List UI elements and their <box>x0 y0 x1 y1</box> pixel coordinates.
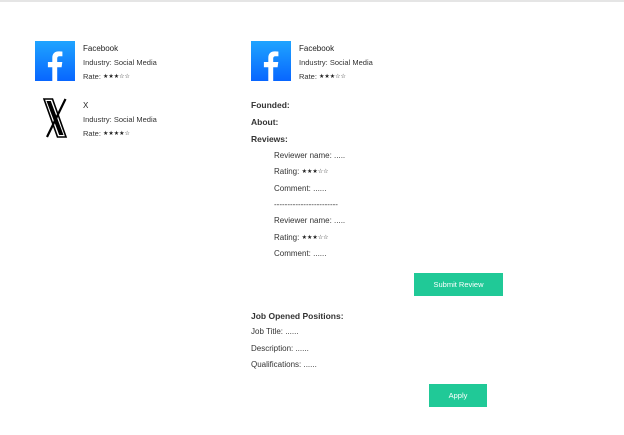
company-rate: Rate: ★★★★☆ <box>83 129 157 139</box>
job-title: Job Title: ...... <box>251 327 299 336</box>
reviewer-name: Reviewer name: ..... <box>274 151 346 160</box>
star-rating-icon: ★★★☆☆ <box>103 74 130 80</box>
star-rating-icon: ★★★☆☆ <box>319 74 346 80</box>
jobs-label: Job Opened Positions: <box>251 311 344 321</box>
selected-company-header: Facebook Industry: Social Media Rate: ★★… <box>251 41 441 85</box>
top-divider <box>0 0 624 2</box>
company-industry: Industry: Social Media <box>83 115 157 124</box>
company-rate: Rate: ★★★☆☆ <box>83 72 157 82</box>
reviews-label: Reviews: <box>251 134 288 144</box>
rate-label: Rate: <box>299 72 317 81</box>
review-rating: Rating: ★★★☆☆ <box>274 233 329 242</box>
selected-company-rate: Rate: ★★★☆☆ <box>299 72 373 82</box>
rate-label: Rate: <box>83 129 101 138</box>
company-industry: Industry: Social Media <box>83 58 157 67</box>
facebook-logo-icon <box>35 41 75 81</box>
review-rating: Rating: ★★★☆☆ <box>274 167 329 176</box>
founded-label: Founded: <box>251 100 290 110</box>
reviewer-name: Reviewer name: ..... <box>274 216 346 225</box>
about-label: About: <box>251 117 279 127</box>
company-card-x[interactable]: X Industry: Social Media Rate: ★★★★☆ <box>35 98 225 142</box>
rating-label: Rating: <box>274 167 300 176</box>
facebook-logo-icon <box>251 41 291 81</box>
star-rating-icon: ★★★☆☆ <box>301 235 329 241</box>
selected-company-name: Facebook <box>299 44 335 53</box>
star-rating-icon: ★★★☆☆ <box>301 169 329 175</box>
selected-company-industry: Industry: Social Media <box>299 58 373 67</box>
company-name: X <box>83 101 89 110</box>
submit-review-button[interactable]: Submit Review <box>414 273 503 296</box>
apply-button[interactable]: Apply <box>429 384 487 407</box>
job-description: Description: ...... <box>251 344 309 353</box>
company-name: Facebook <box>83 44 119 53</box>
star-rating-icon: ★★★★☆ <box>103 131 130 137</box>
rating-label: Rating: <box>274 233 300 242</box>
review-comment: Comment: ...... <box>274 184 327 193</box>
review-comment: Comment: ...... <box>274 249 327 258</box>
review-separator: ------------------------ <box>274 200 338 209</box>
company-card-facebook[interactable]: Facebook Industry: Social Media Rate: ★★… <box>35 41 225 85</box>
x-logo-icon <box>35 98 75 138</box>
rate-label: Rate: <box>83 72 101 81</box>
job-qualifications: Qualifications: ...... <box>251 360 317 369</box>
